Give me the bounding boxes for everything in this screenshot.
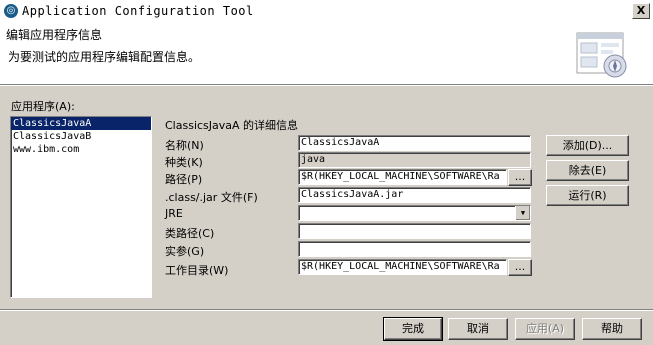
list-item[interactable]: ClassicsJavaB [11, 130, 151, 143]
path-browse-button[interactable]: ... [508, 169, 532, 186]
workdir-field[interactable]: $R(HKEY_LOCAL_MACHINE\SOFTWARE\Ra [298, 259, 507, 275]
header-title: 编辑应用程序信息 [6, 28, 103, 42]
run-button[interactable]: 运行(R) [546, 185, 629, 206]
name-field[interactable]: ClassicsJavaA [298, 135, 531, 151]
apply-button[interactable]: 应用(A) [515, 318, 575, 340]
args-label: 实参(G) [165, 245, 205, 258]
window-title: Application Configuration Tool [22, 4, 254, 18]
chevron-down-icon[interactable]: ▼ [515, 206, 530, 220]
class-jar-file-field[interactable]: ClassicsJavaA.jar [298, 187, 531, 203]
help-button[interactable]: 帮助 [582, 318, 642, 340]
jre-select[interactable]: ▼ [298, 205, 531, 221]
wizard-banner-icon [576, 32, 627, 78]
close-button[interactable]: X [632, 3, 650, 19]
workdir-label: 工作目录(W) [165, 264, 229, 277]
footer-separator [0, 309, 653, 311]
remove-button[interactable]: 除去(E) [546, 160, 629, 181]
finish-button[interactable]: 完成 [383, 317, 443, 341]
applications-list[interactable]: ClassicsJavaA ClassicsJavaB www.ibm.com [10, 116, 152, 298]
path-field[interactable]: $R(HKEY_LOCAL_MACHINE\SOFTWARE\Ra [298, 169, 507, 185]
path-label: 路径(P) [165, 173, 203, 186]
list-item[interactable]: www.ibm.com [11, 143, 151, 156]
name-label: 名称(N) [165, 139, 204, 152]
workdir-browse-button[interactable]: ... [508, 259, 532, 276]
kind-label: 种类(K) [165, 156, 203, 169]
add-button[interactable]: 添加(D)... [546, 135, 629, 156]
list-item[interactable]: ClassicsJavaA [11, 117, 151, 130]
header-separator [0, 85, 653, 86]
file-label: .class/.jar 文件(F) [165, 191, 258, 204]
applications-label: 应用程序(A): [11, 100, 75, 113]
args-field[interactable] [298, 241, 531, 257]
jre-label: JRE [165, 207, 183, 220]
kind-field: java [298, 152, 531, 168]
app-icon: ◎ [4, 4, 18, 18]
classpath-field[interactable] [298, 223, 531, 239]
details-heading: ClassicsJavaA 的详细信息 [165, 119, 299, 132]
header-subtitle: 为要测试的应用程序编辑配置信息。 [8, 50, 201, 64]
cancel-button[interactable]: 取消 [448, 318, 508, 340]
classpath-label: 类路径(C) [165, 227, 215, 240]
